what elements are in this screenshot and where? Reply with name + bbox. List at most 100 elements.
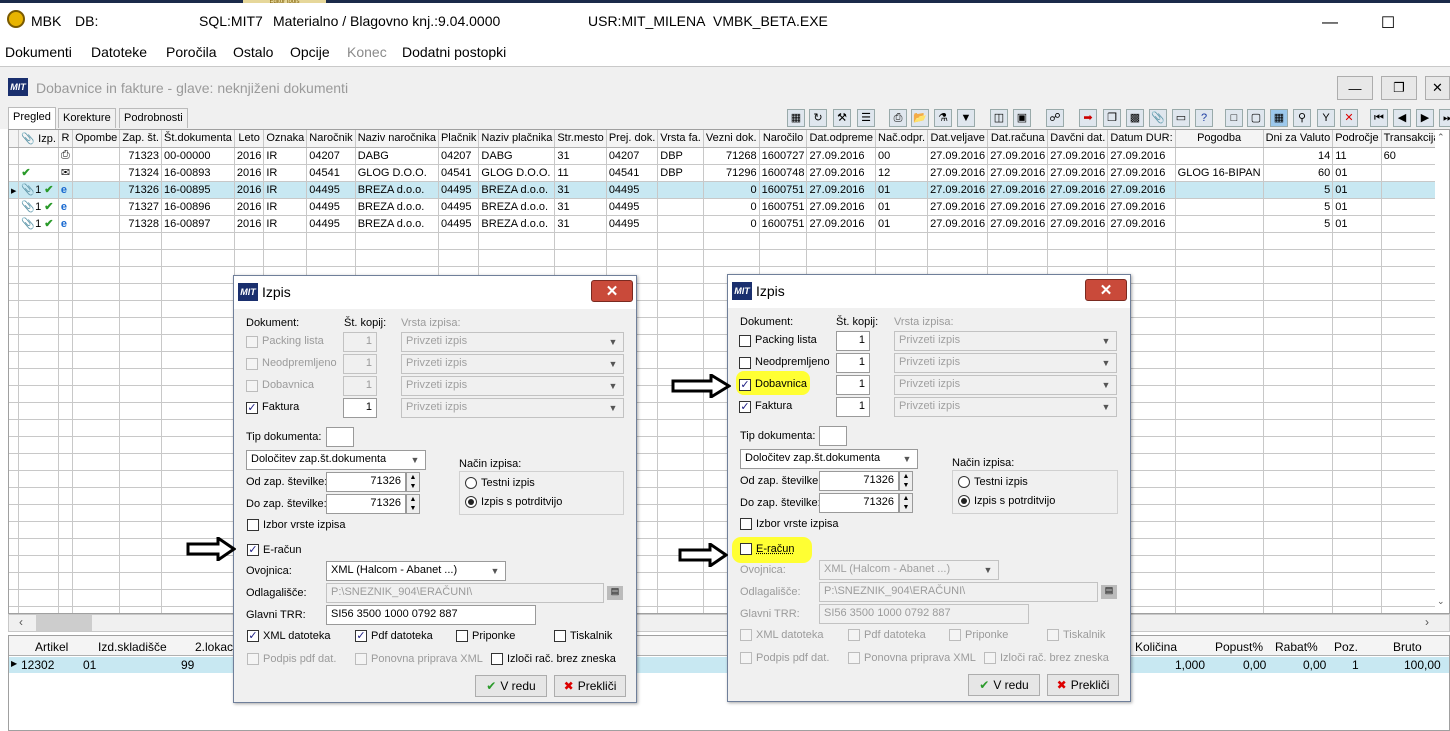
col-header-dni-za-valuto[interactable]: Dni za Valuto xyxy=(1263,130,1334,148)
col-header-naziv-narocnika[interactable]: Naziv naročnika xyxy=(355,130,439,148)
nav-next-icon[interactable]: ▶ xyxy=(1416,109,1434,127)
odlagalisce-input[interactable]: P:\SNEZNIK_904\ERAČUNI\ xyxy=(326,583,604,603)
doc-2-checkbox[interactable]: ✓ xyxy=(739,379,751,391)
col-header-poz[interactable]: Poz. xyxy=(1334,640,1358,654)
doc-3-checkbox[interactable]: ✓ xyxy=(246,402,258,414)
nav-first-icon[interactable]: ⏮ xyxy=(1370,109,1388,127)
toolbar-filter-icon[interactable]: ▼ xyxy=(957,109,975,127)
potrditev-radio[interactable] xyxy=(958,495,970,507)
r-cell[interactable]: e xyxy=(58,215,74,233)
col-header-dat-odpreme[interactable]: Dat.odpreme xyxy=(806,130,877,148)
izbor-checkbox[interactable] xyxy=(740,518,752,530)
table-row[interactable]: ✔ ✉ 71324 16-00893 2016 IR 04541 GLOG D.O.O. 045… xyxy=(9,164,1449,182)
izp-cell[interactable] xyxy=(18,147,59,165)
doc-1-checkbox[interactable] xyxy=(246,358,258,370)
priponke-checkbox[interactable] xyxy=(949,629,961,641)
doc-0-type-select[interactable]: Privzeti izpis ▼ xyxy=(401,332,624,352)
od-stepper[interactable]: ▲ ▼ xyxy=(899,471,913,491)
col-header-opombe[interactable]: Opombe xyxy=(72,130,121,148)
nav-last-icon[interactable]: ⏭ xyxy=(1439,109,1450,127)
cancel-button[interactable]: ✖ Prekliči xyxy=(554,675,626,697)
scroll-up-icon[interactable]: ⌃ xyxy=(1437,132,1445,143)
dialog-close-button[interactable]: ✕ xyxy=(591,280,633,302)
menu-dodatni-postopki[interactable]: Dodatni postopki xyxy=(402,44,506,60)
tab-podrobnosti[interactable]: Podrobnosti xyxy=(119,108,188,128)
do-input[interactable]: 71326 xyxy=(819,493,899,513)
doc-2-type-select[interactable]: Privzeti izpis ▼ xyxy=(894,375,1117,395)
col-header-dat-veljave[interactable]: Dat.veljave xyxy=(927,130,989,148)
minimize-icon[interactable]: — xyxy=(1307,9,1353,37)
col-header-narocnik[interactable]: Naročnik xyxy=(306,130,356,148)
col-header-izp[interactable]: 📎 Izp. xyxy=(18,130,59,148)
r-cell[interactable]: e xyxy=(58,181,74,199)
col-header-popust[interactable]: Popust% xyxy=(1215,640,1263,654)
col-header-davcni-dat[interactable]: Davčni dat. xyxy=(1047,130,1109,148)
toolbar-funnel-icon[interactable]: Y xyxy=(1317,109,1335,127)
col-header-leto[interactable]: Leto xyxy=(234,130,265,148)
grid-vertical-scrollbar[interactable]: ⌃ ⌄ xyxy=(1435,130,1449,613)
toolbar-browser-icon[interactable]: ☍ xyxy=(1046,109,1064,127)
menu-ostalo[interactable]: Ostalo xyxy=(233,44,273,60)
doc-3-type-select[interactable]: Privzeti izpis ▼ xyxy=(894,397,1117,417)
col-header-oznaka[interactable]: Oznaka xyxy=(263,130,308,148)
r-cell[interactable]: e xyxy=(58,198,74,216)
toolbar-save-icon[interactable]: ▦ xyxy=(1270,109,1288,127)
doc-1-type-select[interactable]: Privzeti izpis ▼ xyxy=(401,354,624,374)
do-stepper[interactable]: ▲ ▼ xyxy=(899,493,913,513)
table-row[interactable]: 📎1 ✔ e 71328 16-00897 2016 IR 04495 BREZA d.o.o… xyxy=(9,215,1449,233)
tiskalnik-checkbox[interactable] xyxy=(1047,629,1059,641)
col-header-r[interactable]: R xyxy=(58,130,74,148)
doc-0-checkbox[interactable] xyxy=(739,335,751,347)
izp-cell[interactable]: 📎1 ✔ xyxy=(18,215,59,233)
toolbar-print-icon[interactable]: ⎙ xyxy=(889,109,907,127)
tip-dokumenta-input[interactable] xyxy=(326,427,354,447)
doc-3-type-select[interactable]: Privzeti izpis ▼ xyxy=(401,398,624,418)
toolbar-form-icon[interactable]: ▩ xyxy=(1126,109,1144,127)
tab-korekture[interactable]: Korekture xyxy=(58,108,116,128)
do-input[interactable]: 71326 xyxy=(326,494,406,514)
r-cell[interactable]: ✉ xyxy=(58,164,74,182)
ovojnica-select[interactable]: XML (Halcom - Abanet ...) ▼ xyxy=(326,561,506,581)
testni-radio[interactable] xyxy=(958,476,970,488)
col-header-naziv-placnika[interactable]: Naziv plačnika xyxy=(478,130,556,148)
horizontal-scroll-thumb[interactable] xyxy=(36,615,92,631)
col-header[interactable] xyxy=(9,130,20,148)
ovojnica-select[interactable]: XML (Halcom - Abanet ...) ▼ xyxy=(819,560,999,580)
xml-checkbox[interactable]: ✓ xyxy=(247,630,259,642)
menu-konec[interactable]: Konec xyxy=(347,44,387,60)
col-header-transakcija[interactable]: Transakcija xyxy=(1381,130,1443,148)
menu-opcije[interactable]: Opcije xyxy=(290,44,330,60)
menu-porocila[interactable]: Poročila xyxy=(166,44,217,60)
ponovna-checkbox[interactable] xyxy=(355,653,367,665)
od-input[interactable]: 71326 xyxy=(819,471,899,491)
dolocitev-select[interactable]: Določitev zap.št.dokumenta ▼ xyxy=(740,449,918,469)
odlagalisce-input[interactable]: P:\SNEZNIK_904\ERAČUNI\ xyxy=(819,582,1098,602)
col-header-izd-skladisce[interactable]: Izd.skladišče xyxy=(98,640,167,654)
menu-datoteke[interactable]: Datoteke xyxy=(91,44,147,60)
folder-browse-icon[interactable]: ▤ xyxy=(1101,585,1117,599)
dialog-close-button[interactable]: ✕ xyxy=(1085,279,1127,301)
table-row[interactable]: ⎙ 71323 00-00000 2016 IR 04207 DABG 04207 DABG 31… xyxy=(9,147,1449,165)
toolbar-view-icon[interactable]: ▦ xyxy=(787,109,805,127)
col-header-bruto[interactable]: Bruto xyxy=(1393,640,1422,654)
podpis-checkbox[interactable] xyxy=(247,653,259,665)
doc-1-copies[interactable]: 1 xyxy=(343,354,377,374)
toolbar-folder-icon[interactable]: ▢ xyxy=(1247,109,1265,127)
doc-1-checkbox[interactable] xyxy=(739,357,751,369)
table-row[interactable]: 📎1 ✔ e 71327 16-00896 2016 IR 04495 BREZA d.o.o… xyxy=(9,198,1449,216)
do-stepper[interactable]: ▲ ▼ xyxy=(406,494,420,514)
toolbar-open-icon[interactable]: 📂 xyxy=(911,109,929,127)
toolbar-pdf-icon[interactable]: ◫ xyxy=(990,109,1008,127)
doc-1-copies[interactable]: 1 xyxy=(836,353,870,373)
toolbar-new-icon[interactable]: □ xyxy=(1225,109,1243,127)
trr-input[interactable]: SI56 3500 1000 0792 887 xyxy=(326,605,536,625)
col-header-rabat[interactable]: Rabat% xyxy=(1275,640,1318,654)
eracun-checkbox[interactable] xyxy=(740,543,752,555)
child-close-icon[interactable]: ✕ xyxy=(1425,76,1450,100)
col-header-artikel[interactable]: Artikel xyxy=(35,640,68,654)
doc-3-copies[interactable]: 1 xyxy=(836,397,870,417)
doc-2-type-select[interactable]: Privzeti izpis ▼ xyxy=(401,376,624,396)
doc-3-copies[interactable]: 1 xyxy=(343,398,377,418)
potrditev-radio[interactable] xyxy=(465,496,477,508)
doc-0-copies[interactable]: 1 xyxy=(836,331,870,351)
